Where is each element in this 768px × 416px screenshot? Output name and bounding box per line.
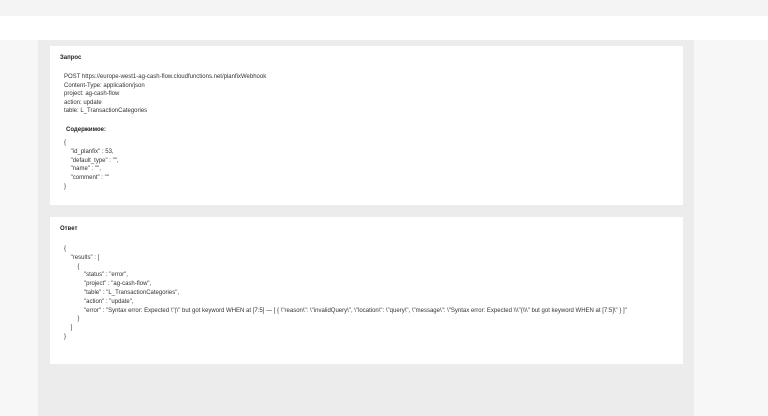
response-body-code: { "results" : [ { "status" : "error", "p… — [64, 246, 627, 340]
request-body-title: Содержимое: — [66, 127, 106, 133]
header-band — [0, 16, 768, 40]
request-line-url: POST https://europe-west1-ag-cash-flow.c… — [64, 74, 267, 80]
request-body-code: { "id_planfix" : 53, "default_type" : ""… — [64, 140, 119, 190]
request-card: Запрос POST https://europe-west1-ag-cash… — [50, 46, 683, 205]
response-card: Ответ { "results" : [ { "status" : "erro… — [50, 217, 683, 364]
response-title: Ответ — [60, 226, 78, 232]
top-bar — [0, 0, 768, 16]
request-line-table: table: L_TransactionCategories — [64, 108, 148, 114]
request-headers: POST https://europe-west1-ag-cash-flow.c… — [64, 73, 266, 116]
request-line-project: project: ag-cash-flow — [64, 91, 120, 97]
request-line-action: action: update — [64, 99, 102, 106]
request-line-content-type: Content-Type: application/json — [64, 82, 145, 89]
request-title: Запрос — [60, 55, 82, 61]
